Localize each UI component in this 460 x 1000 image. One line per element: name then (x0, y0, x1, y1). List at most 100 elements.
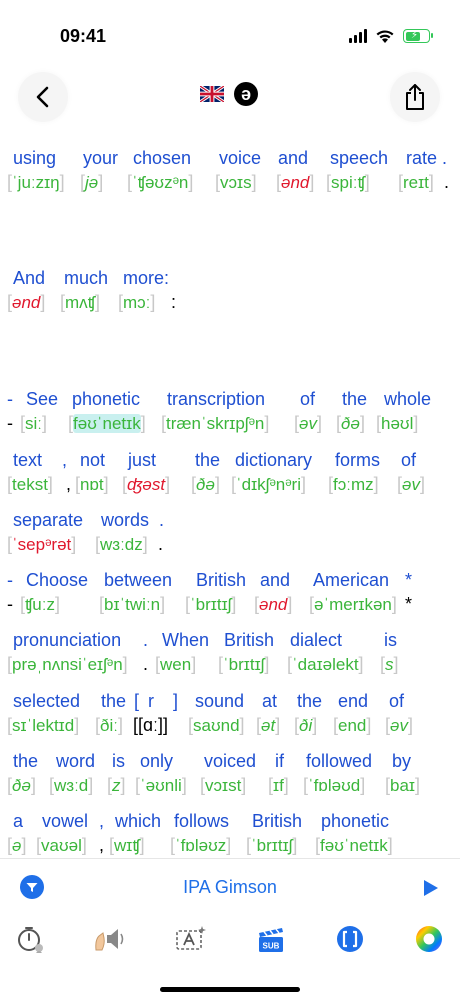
phonetic-token[interactable]: [nɒt] (75, 474, 109, 495)
punctuation-token[interactable]: , (99, 835, 104, 856)
word-token[interactable]: And (13, 268, 45, 289)
transcription-view[interactable]: using your chosen voice and speech rate. [ˈjuːz… (0, 130, 460, 858)
phonetic-token[interactable]: [əv] (397, 474, 425, 495)
word-token[interactable]: follows (174, 811, 229, 832)
phonetic-token[interactable]: [trænˈskrɪpʃᵊn] (161, 413, 269, 434)
word-token[interactable]: the (195, 450, 220, 471)
phonetic-token[interactable]: [vɔɪs] (215, 172, 257, 193)
word-token[interactable]: between (104, 570, 172, 591)
phonetic-token[interactable]: [ʧuːz] (20, 594, 60, 615)
word-token[interactable]: British (224, 630, 274, 651)
transcription-mode-label[interactable]: IPA Gimson (0, 877, 460, 898)
word-token[interactable]: by (392, 751, 411, 772)
word-token[interactable]: phonetic (72, 389, 140, 410)
language-selector[interactable]: ə (200, 82, 258, 106)
schwa-icon[interactable]: ə (234, 82, 258, 106)
phonetic-token[interactable]: [ði] (294, 715, 317, 736)
word-token[interactable]: is (112, 751, 125, 772)
punctuation-token[interactable]: - (7, 413, 13, 434)
punctuation-token[interactable]: - (7, 594, 13, 615)
word-token[interactable]: voice (219, 148, 261, 169)
phonetic-token[interactable]: [baɪ] (385, 775, 420, 796)
word-token[interactable]: chosen (133, 148, 191, 169)
punctuation-token[interactable]: . (143, 654, 148, 675)
phonetic-token[interactable]: [həʊl] (376, 413, 418, 434)
word-token[interactable]: is (384, 630, 397, 651)
punctuation-token[interactable]: * (405, 594, 412, 615)
phonetic-token[interactable]: [ənd] (254, 594, 292, 615)
brackets-button[interactable] (333, 922, 367, 956)
punctuation-token[interactable]: [[ɑː]] (133, 715, 168, 736)
share-button[interactable] (390, 72, 440, 122)
word-token[interactable]: , (62, 450, 67, 471)
phonetic-token[interactable]: [əˈmerɪkən] (309, 594, 397, 615)
word-token[interactable]: separate (13, 510, 83, 531)
phonetic-token[interactable]: [reɪt] (398, 172, 434, 193)
phonetic-token[interactable]: [fəʊˈnetɪk] (315, 835, 393, 856)
word-token[interactable]: end (338, 691, 368, 712)
word-token[interactable]: . (442, 148, 447, 169)
word-token[interactable]: British (252, 811, 302, 832)
punctuation-token[interactable]: , (66, 474, 71, 495)
word-token[interactable]: - (7, 570, 13, 591)
word-token[interactable]: selected (13, 691, 80, 712)
word-token[interactable]: British (196, 570, 246, 591)
phonetic-token[interactable]: [ˈʧəʊzᵊn] (127, 172, 193, 193)
phonetic-token[interactable]: [ˈbrɪtɪʃ] (246, 835, 297, 856)
word-token[interactable]: ] (173, 691, 178, 712)
phonetic-token[interactable]: [z] (107, 775, 126, 796)
phonetic-token[interactable]: [wɜːd] (49, 775, 93, 796)
phonetic-token[interactable]: [ənd] (276, 172, 314, 193)
word-token[interactable]: dialect (290, 630, 342, 651)
word-token[interactable]: phonetic (321, 811, 389, 832)
phonetic-token[interactable]: [ˈəʊnli] (135, 775, 187, 796)
phonetic-token[interactable]: [ˈfɒləʊz] (170, 835, 231, 856)
word-token[interactable]: a (13, 811, 23, 832)
word-token[interactable]: followed (306, 751, 372, 772)
phonetic-token[interactable]: [wɜːdz] (95, 534, 148, 555)
phonetic-token[interactable]: [jə] (80, 172, 103, 193)
stopwatch-button[interactable] (14, 922, 48, 956)
word-token[interactable]: not (80, 450, 105, 471)
word-token[interactable]: only (140, 751, 173, 772)
word-token[interactable]: whole (384, 389, 431, 410)
word-token[interactable]: the (13, 751, 38, 772)
word-token[interactable]: See (26, 389, 58, 410)
word-token[interactable]: and (278, 148, 308, 169)
word-token[interactable]: rate (406, 148, 437, 169)
word-token[interactable]: r (148, 691, 154, 712)
phonetic-token[interactable]: [ənd] (7, 292, 45, 313)
phonetic-token[interactable]: [ðə] (336, 413, 365, 434)
word-token[interactable]: Choose (26, 570, 88, 591)
speak-button[interactable] (92, 922, 126, 956)
word-token[interactable]: American (313, 570, 389, 591)
phonetic-token[interactable]: [wɪʧ] (109, 835, 145, 856)
play-icon[interactable] (420, 878, 440, 898)
phonetic-token[interactable]: [s] (380, 654, 399, 675)
subtitles-button[interactable]: SUB (254, 922, 288, 956)
word-token[interactable]: just (128, 450, 156, 471)
phonetic-token[interactable]: [əv] (385, 715, 413, 736)
word-token[interactable]: of (401, 450, 416, 471)
phonetic-token[interactable]: [sɪˈlektɪd] (7, 715, 79, 736)
word-token[interactable]: vowel (42, 811, 88, 832)
word-token[interactable]: the (342, 389, 367, 410)
phonetic-token[interactable]: [spiːʧ] (326, 172, 370, 193)
phonetic-token[interactable]: [ʤəst] (122, 474, 170, 495)
word-token[interactable]: . (159, 510, 164, 531)
word-token[interactable]: , (99, 811, 104, 832)
word-token[interactable]: word (56, 751, 95, 772)
word-token[interactable]: of (389, 691, 404, 712)
phonetic-token[interactable]: [ðiː] (95, 715, 123, 736)
word-token[interactable]: if (275, 751, 284, 772)
word-token[interactable]: [ (134, 691, 139, 712)
word-token[interactable]: at (262, 691, 277, 712)
phonetic-token[interactable]: [saʊnd] (188, 715, 245, 736)
phonetic-token[interactable]: [ðə] (7, 775, 36, 796)
phonetic-token[interactable]: [ðə] (191, 474, 220, 495)
text-magic-button[interactable] (174, 922, 208, 956)
word-token[interactable]: much (64, 268, 108, 289)
word-token[interactable]: of (300, 389, 315, 410)
word-token[interactable]: and (260, 570, 290, 591)
phonetic-token[interactable]: [ˈfɒləʊd] (303, 775, 365, 796)
